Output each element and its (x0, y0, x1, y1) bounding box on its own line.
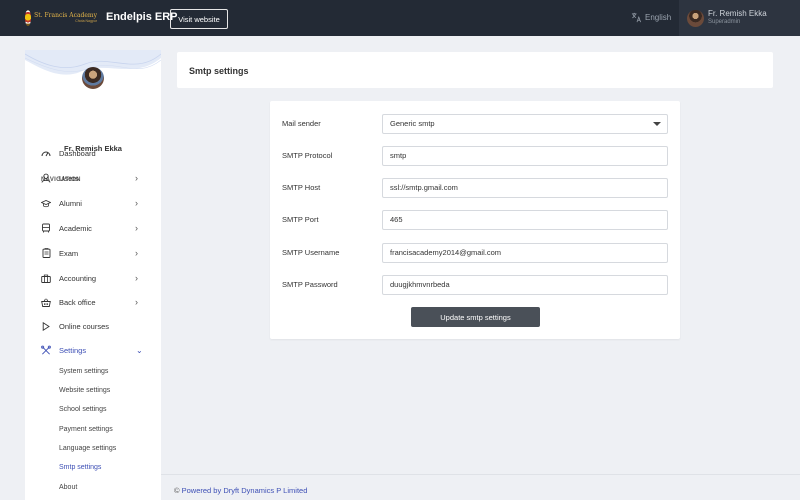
user-name: Fr. Remish Ekka (708, 9, 767, 19)
mail-sender-select[interactable]: Generic smtp (382, 114, 668, 134)
user-menu[interactable]: Fr. Remish Ekka Superadmin (679, 0, 800, 36)
smtp-port-label: SMTP Port (282, 215, 319, 224)
school-logo[interactable]: St. Francis Academy Chota Nagpur (25, 9, 97, 27)
graduation-cap-icon (41, 198, 51, 208)
sidebar-item-settings[interactable]: Settings ⌄ (25, 340, 161, 360)
smtp-username-input[interactable]: francisacademy2014@gmail.com (382, 243, 668, 263)
dashboard-gauge-icon (41, 148, 51, 158)
submenu-item-website-settings[interactable]: Website settings (59, 387, 110, 394)
sidebar-item-users[interactable]: Users › (25, 168, 161, 188)
copyright-symbol: © (174, 486, 180, 495)
sidebar-item-accounting[interactable]: Accounting › (25, 268, 161, 288)
bus-icon (41, 223, 51, 233)
update-smtp-settings-button[interactable]: Update smtp settings (411, 307, 540, 327)
smtp-password-label: SMTP Password (282, 280, 338, 289)
clipboard-icon (41, 248, 51, 258)
sidebar-item-label: Dashboard (59, 148, 96, 158)
top-bar: St. Francis Academy Chota Nagpur Endelpi… (0, 0, 800, 36)
tools-icon (41, 345, 51, 355)
submenu-item-smtp-settings[interactable]: Smtp settings (59, 464, 101, 471)
logo-line-1: St. Francis Academy (34, 11, 97, 19)
sidebar-item-label: Online courses (59, 321, 110, 331)
play-icon (41, 321, 51, 331)
sidebar-item-label: Accounting (59, 273, 97, 283)
chevron-right-icon: › (135, 297, 138, 307)
mail-sender-value: Generic smtp (390, 119, 435, 128)
school-crest-icon (25, 10, 32, 26)
chevron-right-icon: › (135, 248, 138, 258)
chevron-right-icon: › (135, 173, 138, 183)
footer-divider (161, 474, 800, 475)
smtp-host-input[interactable]: ssl://smtp.gmail.com (382, 178, 668, 198)
smtp-password-input[interactable]: duugjkhmvnrbeda (382, 275, 668, 295)
page-header: Smtp settings (177, 52, 773, 88)
briefcase-icon (41, 273, 51, 283)
caret-down-icon (653, 122, 661, 126)
logo-line-2: Chota Nagpur (75, 18, 97, 23)
sidebar-item-alumni[interactable]: Alumni › (25, 193, 161, 213)
language-label: English (645, 13, 672, 22)
chevron-down-icon: ⌄ (136, 345, 143, 355)
chevron-right-icon: › (135, 273, 138, 283)
visit-website-button[interactable]: Visit website (170, 9, 228, 29)
submenu-item-language-settings[interactable]: Language settings (59, 445, 116, 452)
sidebar-item-label: Exam (59, 248, 79, 258)
sidebar-item-exam[interactable]: Exam › (25, 243, 161, 263)
submenu-item-system-settings[interactable]: System settings (59, 368, 108, 375)
mail-sender-label: Mail sender (282, 119, 321, 128)
brand-title: Endelpis ERP (106, 11, 178, 23)
submenu-item-school-settings[interactable]: School settings (59, 406, 106, 413)
user-avatar (687, 9, 704, 27)
user-role: Superadmin (708, 19, 741, 26)
user-info: Fr. Remish Ekka Superadmin (708, 9, 767, 26)
smtp-protocol-label: SMTP Protocol (282, 151, 333, 160)
smtp-protocol-input[interactable]: smtp (382, 146, 668, 166)
submenu-item-payment-settings[interactable]: Payment settings (59, 426, 113, 433)
sidebar-item-label: Academic (59, 223, 92, 233)
sidebar: Fr. Remish Ekka NAVIGATION Dashboard Use… (25, 50, 161, 500)
page-title: Smtp settings (189, 66, 249, 76)
footer: © Powered by Dryft Dynamics P Limited (174, 486, 307, 495)
user-icon (41, 173, 51, 183)
sidebar-item-back-office[interactable]: Back office › (25, 292, 161, 312)
sidebar-item-label: Alumni (59, 198, 82, 208)
sidebar-item-dashboard[interactable]: Dashboard (25, 143, 161, 163)
sidebar-item-online-courses[interactable]: Online courses (25, 316, 161, 336)
sidebar-item-academic[interactable]: Academic › (25, 218, 161, 238)
chevron-right-icon: › (135, 198, 138, 208)
smtp-host-label: SMTP Host (282, 183, 321, 192)
basket-icon (41, 297, 51, 307)
logo-text: St. Francis Academy Chota Nagpur (34, 11, 97, 24)
smtp-settings-form: Mail sender Generic smtp SMTP Protocol s… (270, 101, 680, 339)
footer-link[interactable]: Powered by Dryft Dynamics P Limited (182, 486, 308, 495)
chevron-right-icon: › (135, 223, 138, 233)
language-selector[interactable]: English (631, 12, 671, 23)
smtp-username-label: SMTP Username (282, 248, 340, 257)
sidebar-item-label: Settings (59, 345, 87, 355)
sidebar-item-label: Users (59, 173, 79, 183)
profile-avatar (82, 67, 104, 89)
translate-icon (631, 12, 641, 23)
sidebar-item-label: Back office (59, 297, 96, 307)
submenu-item-about[interactable]: About (59, 484, 77, 491)
smtp-port-input[interactable]: 465 (382, 210, 668, 230)
